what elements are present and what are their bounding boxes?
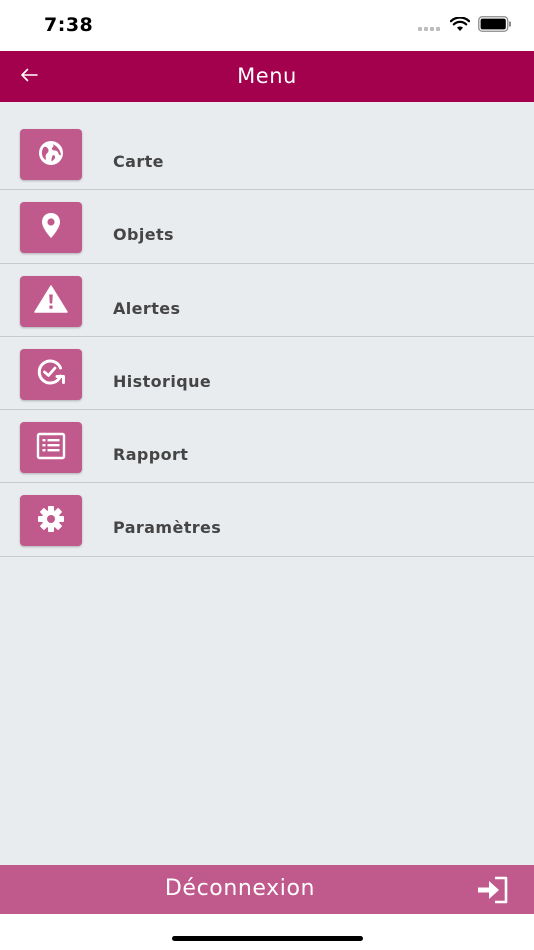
menu-icon-tile [20, 348, 82, 400]
menu-item-objets[interactable]: Objets [0, 190, 534, 264]
menu-item-label: Historique [113, 371, 212, 391]
menu-item-label: Rapport [113, 445, 189, 465]
header: Menu [0, 51, 534, 102]
menu-icon-tile [20, 202, 82, 254]
globe-icon [36, 138, 66, 172]
report-list-icon [36, 432, 66, 464]
menu-list: Carte Objets Alertes Historique Rapport … [0, 117, 534, 557]
map-pin-icon [38, 211, 64, 245]
menu-item-label: Alertes [113, 298, 181, 318]
menu-item-label: Objets [113, 225, 174, 245]
menu-item-historique[interactable]: Historique [0, 337, 534, 411]
home-indicator[interactable] [172, 936, 363, 941]
logout-button[interactable]: Déconnexion [0, 865, 534, 914]
menu-item-rapport[interactable]: Rapport [0, 410, 534, 484]
warning-icon [33, 284, 69, 318]
menu-icon-tile [20, 129, 82, 180]
sign-in-icon [476, 875, 510, 905]
menu-item-carte[interactable]: Carte [0, 117, 534, 191]
history-icon [35, 357, 67, 391]
page-title: Menu [237, 64, 297, 88]
menu-item-alertes[interactable]: Alertes [0, 264, 534, 337]
menu-icon-tile [20, 275, 82, 327]
status-icons [418, 15, 512, 36]
menu-icon-tile [20, 495, 82, 547]
menu-item-label: Paramètres [113, 518, 222, 538]
status-time: 7:38 [44, 14, 94, 36]
menu-item-parametres[interactable]: Paramètres [0, 483, 534, 557]
gear-icon [36, 504, 66, 538]
menu-icon-tile [20, 422, 82, 474]
logout-label: Déconnexion [164, 876, 316, 901]
home-indicator-area [0, 914, 534, 950]
status-bar: 7:38 [0, 0, 534, 51]
signal-icon [418, 17, 442, 36]
menu-item-label: Carte [113, 152, 164, 171]
menu-content: Carte Objets Alertes Historique Rapport … [0, 102, 534, 865]
wifi-icon [449, 15, 471, 36]
battery-icon [478, 16, 512, 36]
